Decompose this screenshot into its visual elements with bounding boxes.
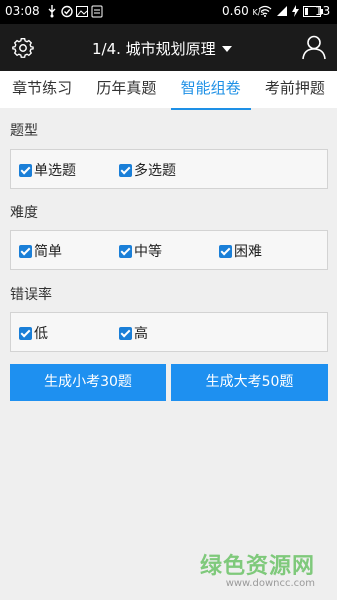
status-time: 03:08: [5, 4, 40, 18]
wifi-icon: [258, 5, 272, 17]
watermark-url: www.downcc.com: [225, 578, 315, 589]
option-medium[interactable]: 中等: [119, 241, 162, 261]
status-bar: 03:08 0.60 K/s 13: [0, 0, 337, 24]
generate-big-exam-button[interactable]: 生成大考50题: [171, 364, 328, 401]
checkbox-icon[interactable]: [119, 326, 132, 340]
tab-bar: 章节练习 历年真题 智能组卷 考前押题: [0, 71, 337, 110]
watermark-name: 绿色资源网: [199, 554, 315, 579]
sync-icon: [61, 5, 73, 18]
checkbox-icon[interactable]: [119, 244, 132, 258]
checkbox-icon[interactable]: [119, 163, 132, 177]
checkbox-icon[interactable]: [19, 244, 32, 258]
status-right-icons: [258, 5, 323, 17]
page-title: 1/4. 城市规划原理: [92, 40, 216, 58]
app-icon: [91, 5, 103, 18]
chevron-down-icon: [221, 45, 232, 52]
course-selector[interactable]: 1/4. 城市规划原理: [92, 38, 232, 59]
generate-small-exam-button[interactable]: 生成小考30题: [10, 364, 166, 401]
status-icons: [46, 5, 103, 18]
watermark: 绿色资源网 www.downcc.com: [0, 548, 337, 600]
question-type-box: 单选题 多选题: [10, 149, 328, 189]
tab-past-exams[interactable]: 历年真题: [84, 71, 168, 108]
tab-chapter-practice[interactable]: 章节练习: [0, 71, 84, 108]
charging-icon: [292, 5, 299, 17]
app-bar: 1/4. 城市规划原理: [0, 24, 337, 71]
checkbox-icon[interactable]: [19, 326, 32, 340]
option-easy[interactable]: 简单: [19, 241, 62, 261]
tab-prediction[interactable]: 考前押题: [253, 71, 337, 108]
gear-icon[interactable]: [12, 37, 34, 59]
difficulty-box: 简单 中等 困难: [10, 230, 328, 270]
option-hard[interactable]: 困难: [219, 241, 262, 261]
checkbox-icon[interactable]: [219, 244, 232, 258]
signal-icon: [277, 6, 287, 16]
error-rate-box: 低 高: [10, 312, 328, 352]
option-multiple-choice[interactable]: 多选题: [119, 160, 176, 180]
option-high[interactable]: 高: [119, 323, 148, 343]
tab-smart-paper[interactable]: 智能组卷: [169, 71, 253, 110]
question-type-label: 题型: [10, 123, 38, 139]
usb-icon: [46, 5, 58, 18]
error-rate-label: 错误率: [10, 287, 52, 303]
option-single-choice[interactable]: 单选题: [19, 160, 76, 180]
image-icon: [76, 5, 88, 18]
option-low[interactable]: 低: [19, 323, 48, 343]
battery-level: 13: [315, 4, 331, 18]
checkbox-icon[interactable]: [19, 163, 32, 177]
difficulty-label: 难度: [10, 205, 38, 221]
user-icon[interactable]: [301, 34, 327, 60]
